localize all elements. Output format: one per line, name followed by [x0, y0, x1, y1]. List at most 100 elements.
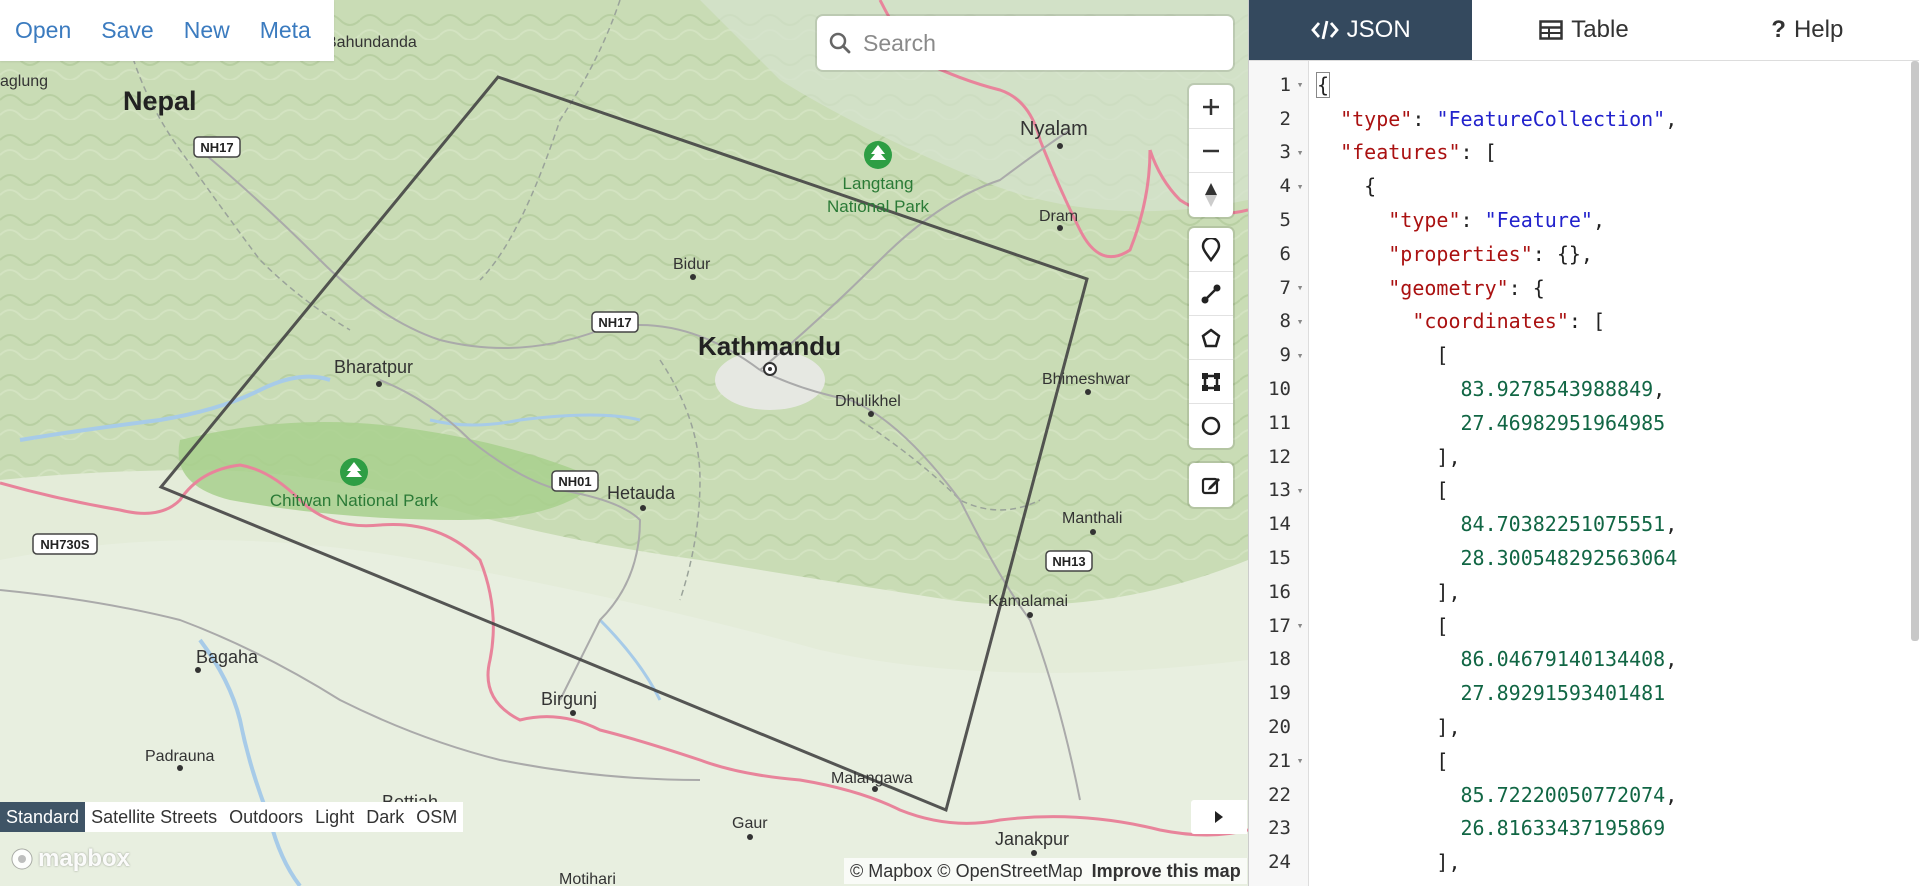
editor-line[interactable]: 9 ▾ [ — [1249, 338, 1907, 372]
draw-circle-button[interactable] — [1189, 404, 1233, 448]
map-render[interactable]: Nepal Bahundanda aglung Nyalam Langtang … — [0, 0, 1248, 886]
fold-toggle-icon[interactable]: ▾ — [1291, 349, 1309, 362]
line-number: 7 — [1279, 276, 1291, 299]
attribution-text[interactable]: © Mapbox © OpenStreetMap — [850, 861, 1083, 881]
code-text: { — [1316, 174, 1377, 199]
fold-toggle-icon[interactable]: ▾ — [1291, 315, 1309, 328]
label-motihari: Motihari — [559, 871, 616, 886]
line-number: 5 — [1279, 209, 1291, 232]
menu-meta[interactable]: Meta — [245, 0, 326, 61]
editor-line[interactable]: 6 "properties": {}, — [1249, 237, 1907, 271]
tab-help[interactable]: ? Help — [1695, 0, 1919, 60]
park-icon — [340, 458, 368, 486]
edit-button[interactable] — [1189, 463, 1233, 507]
style-light[interactable]: Light — [309, 802, 360, 832]
fold-toggle-icon[interactable]: ▾ — [1291, 619, 1309, 632]
editor-line[interactable]: 7 ▾ "geometry": { — [1249, 271, 1907, 305]
editor-line[interactable]: 19 27.89291593401481 — [1249, 676, 1907, 710]
editor-line[interactable]: 20 ], — [1249, 710, 1907, 744]
code-text: "coordinates": [ — [1412, 309, 1605, 334]
edit-icon — [1201, 477, 1220, 495]
code-text: 28.300548292563064 — [1460, 546, 1678, 571]
editor-line[interactable]: 24 ], — [1249, 845, 1907, 879]
editor-line[interactable]: 12 ], — [1249, 440, 1907, 474]
line-number: 2 — [1279, 107, 1291, 130]
tab-json[interactable]: JSON — [1249, 0, 1473, 60]
editor-line[interactable]: 16 ], — [1249, 575, 1907, 609]
line-number: 10 — [1268, 378, 1291, 401]
code-text: 84.70382251075551, — [1460, 512, 1678, 537]
editor-line[interactable]: 15 28.300548292563064 — [1249, 541, 1907, 575]
draw-polygon-button[interactable] — [1189, 316, 1233, 360]
collapse-panel-button[interactable] — [1191, 800, 1247, 834]
fold-toggle-icon[interactable]: ▾ — [1291, 281, 1309, 294]
style-dark[interactable]: Dark — [360, 802, 410, 832]
draw-marker-button[interactable] — [1189, 228, 1233, 272]
editor-line[interactable]: 13 ▾ [ — [1249, 474, 1907, 508]
editor-line[interactable]: 14 84.70382251075551, — [1249, 507, 1907, 541]
editor-line[interactable]: 11 27.46982951964985 — [1249, 406, 1907, 440]
side-panel: JSON Table ? Help 1 ▾{2 "type": "FeatureC… — [1248, 0, 1919, 886]
style-standard[interactable]: Standard — [0, 802, 86, 832]
editor-line[interactable]: 18 86.04679140134408, — [1249, 643, 1907, 677]
draw-line-button[interactable] — [1189, 272, 1233, 316]
line-number: 22 — [1268, 783, 1291, 806]
line-number: 1 — [1279, 73, 1291, 96]
compass-button[interactable] — [1189, 173, 1233, 217]
editor-line[interactable]: 10 83.9278543988849, — [1249, 372, 1907, 406]
editor-line[interactable]: 5 "type": "Feature", — [1249, 203, 1907, 237]
polygon-icon — [1201, 327, 1221, 347]
line-number: 17 — [1268, 614, 1291, 637]
line-number: 15 — [1268, 547, 1291, 570]
line-number: 13 — [1268, 479, 1291, 502]
table-icon — [1539, 20, 1564, 40]
fold-toggle-icon[interactable]: ▾ — [1291, 180, 1309, 193]
label-bhimeshwar: Bhimeshwar — [1042, 371, 1131, 388]
code-text: 86.04679140134408, — [1460, 647, 1678, 672]
editor-line[interactable]: 17 ▾ [ — [1249, 609, 1907, 643]
editor-line[interactable]: 22 85.72220050772074, — [1249, 778, 1907, 812]
search-input[interactable] — [863, 29, 1203, 57]
fold-toggle-icon[interactable]: ▾ — [1291, 484, 1309, 497]
fold-toggle-icon[interactable]: ▾ — [1291, 78, 1309, 91]
editor-line[interactable]: 8 ▾ "coordinates": [ — [1249, 305, 1907, 339]
editor-line[interactable]: 4 ▾ { — [1249, 169, 1907, 203]
label-gaur: Gaur — [732, 815, 768, 832]
editor-line[interactable]: 23 26.81633437195869 — [1249, 812, 1907, 846]
label-manthali: Manthali — [1062, 510, 1122, 527]
fold-toggle-icon[interactable]: ▾ — [1291, 146, 1309, 159]
tab-table-label: Table — [1571, 16, 1629, 43]
label-kathmandu: Kathmandu — [698, 331, 841, 361]
line-number: 18 — [1268, 648, 1291, 671]
code-text: [ — [1316, 748, 1449, 773]
style-satellite-streets[interactable]: Satellite Streets — [85, 802, 223, 832]
editor-line[interactable]: 3 ▾ "features": [ — [1249, 136, 1907, 170]
editor-scrollbar[interactable] — [1911, 61, 1919, 641]
map-canvas[interactable]: Nepal Bahundanda aglung Nyalam Langtang … — [0, 0, 1248, 886]
editor-line[interactable]: 21 ▾ [ — [1249, 744, 1907, 778]
menu-save[interactable]: Save — [86, 0, 168, 61]
menu-new[interactable]: New — [169, 0, 245, 61]
shield-nh01: NH01 — [558, 474, 591, 489]
zoom-out-button[interactable] — [1189, 129, 1233, 173]
style-osm[interactable]: OSM — [410, 802, 463, 832]
editor-line[interactable]: 2 "type": "FeatureCollection", — [1249, 102, 1907, 136]
editor-line[interactable]: 1 ▾ { — [1249, 68, 1907, 102]
line-number: 3 — [1279, 141, 1291, 164]
menu-open[interactable]: Open — [0, 0, 86, 61]
code-text: 27.89291593401481 — [1460, 681, 1666, 706]
draw-rectangle-button[interactable] — [1189, 360, 1233, 404]
zoom-in-button[interactable] — [1189, 85, 1233, 129]
label-nepal: Nepal — [123, 86, 197, 116]
json-editor[interactable]: 1 ▾{2 "type": "FeatureCollection", 3 ▾ "fea… — [1249, 61, 1919, 886]
shield-nh730s: NH730S — [40, 537, 89, 552]
fold-toggle-icon[interactable]: ▾ — [1291, 754, 1309, 767]
code-text: ], — [1316, 444, 1461, 469]
improve-map-link[interactable]: Improve this map — [1092, 861, 1241, 881]
code-icon — [1310, 20, 1339, 40]
editor-lines[interactable]: 1 ▾{2 "type": "FeatureCollection", 3 ▾ "fea… — [1249, 68, 1907, 879]
shield-nh13: NH13 — [1052, 554, 1085, 569]
line-icon — [1201, 284, 1221, 303]
style-outdoors[interactable]: Outdoors — [223, 802, 309, 832]
tab-table[interactable]: Table — [1472, 0, 1696, 60]
